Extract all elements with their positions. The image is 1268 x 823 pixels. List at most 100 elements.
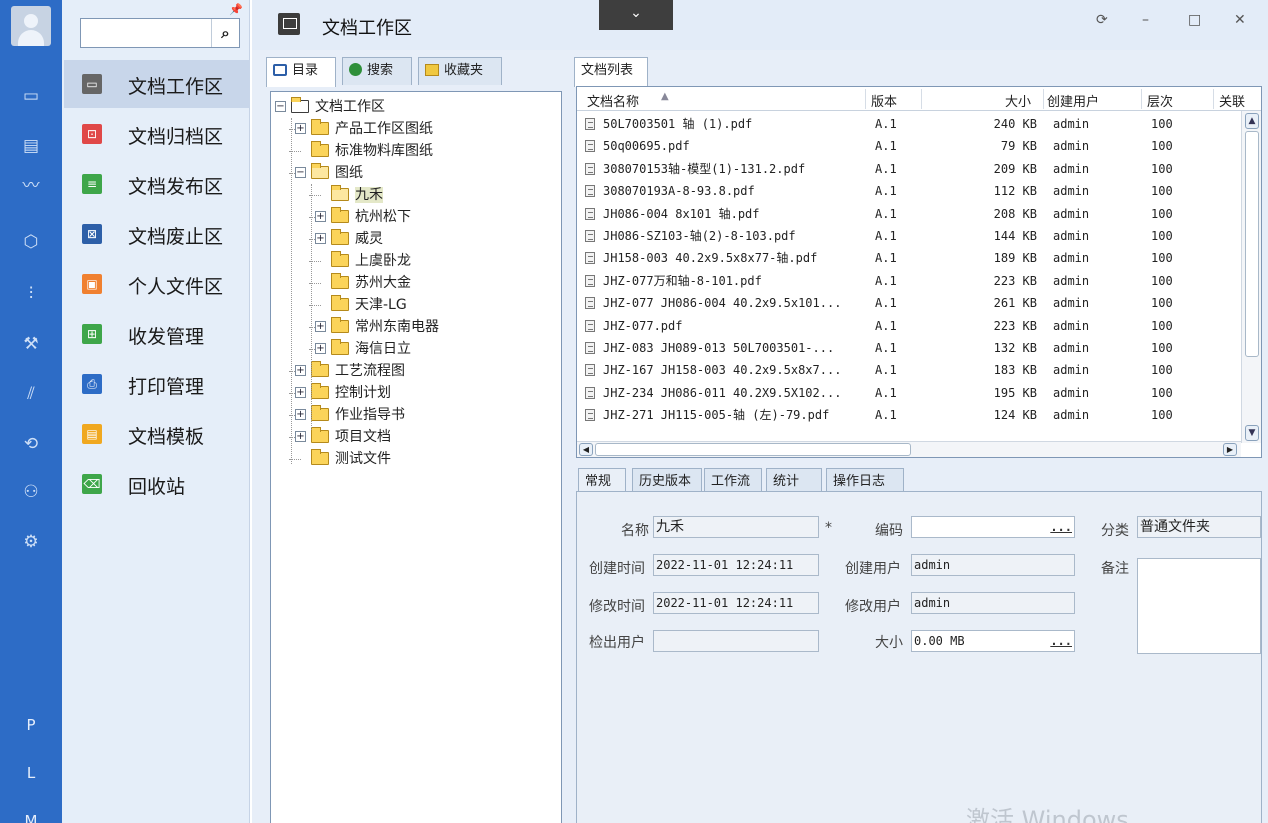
code-field[interactable]: ... bbox=[911, 516, 1075, 538]
tree-node[interactable]: 标准物料库图纸 bbox=[311, 140, 433, 162]
col-creator[interactable]: 创建用户 bbox=[1047, 91, 1099, 110]
users-icon[interactable]: ⚇ bbox=[0, 482, 62, 502]
rail-letter-p[interactable]: P bbox=[0, 716, 62, 734]
size-field[interactable]: 0.00 MB... bbox=[911, 630, 1075, 652]
col-size[interactable]: 大小 bbox=[1005, 91, 1031, 110]
expand-icon[interactable]: + bbox=[315, 343, 326, 354]
col-version[interactable]: 版本 bbox=[871, 91, 897, 110]
scroll-up-icon[interactable]: ▲ bbox=[1245, 113, 1259, 129]
tree-node[interactable]: 控制计划 bbox=[311, 382, 391, 404]
tree-node[interactable]: 杭州松下 bbox=[331, 206, 411, 228]
tab-search[interactable]: 搜索 bbox=[342, 57, 412, 85]
tree-node[interactable]: 上虞卧龙 bbox=[331, 250, 411, 272]
close-button[interactable]: ✕ bbox=[1234, 12, 1246, 28]
refresh-icon[interactable]: ⟳ bbox=[1096, 12, 1108, 28]
minimize-button[interactable]: – bbox=[1142, 12, 1149, 28]
scroll-left-icon[interactable]: ◀ bbox=[579, 443, 593, 456]
tree-node[interactable]: 工艺流程图 bbox=[311, 360, 405, 382]
nav-item-2[interactable]: ⊡ 文档归档区 bbox=[64, 110, 250, 158]
folder-tree[interactable]: − 文档工作区 + 产品工作区图纸 标准物料库图纸 − 图纸 九禾 + 杭州松下 + 威灵 上虞卧龙 苏州… bbox=[270, 91, 562, 823]
wrench-icon[interactable]: ⚒ bbox=[0, 334, 62, 354]
nav-item-4[interactable]: ⊠ 文档废止区 bbox=[64, 210, 250, 258]
table-row[interactable]: 308070153轴-模型(1)-131.2.pdf A.1 209 KB admin… bbox=[577, 158, 1232, 180]
table-row[interactable]: JHZ-271 JH115-005-轴 (左)-79.pdf A.1 124 KB a… bbox=[577, 404, 1232, 426]
pin-icon[interactable]: 📌 bbox=[229, 3, 243, 16]
expand-icon[interactable]: + bbox=[315, 233, 326, 244]
expand-icon[interactable]: + bbox=[295, 365, 306, 376]
category-field[interactable]: 普通文件夹 bbox=[1137, 516, 1261, 538]
table-row[interactable]: 308070193A-8-93.8.pdf A.1 112 KB admin 100 bbox=[577, 180, 1232, 202]
expand-icon[interactable]: + bbox=[295, 409, 306, 420]
nav-item-8[interactable]: ▤ 文档模板 bbox=[64, 410, 250, 458]
cycle-icon[interactable]: ⟲ bbox=[0, 434, 62, 454]
expand-icon[interactable]: + bbox=[295, 123, 306, 134]
table-row[interactable]: JHZ-234 JH086-011 40.2X9.5X102... A.1 195 … bbox=[577, 382, 1232, 404]
nav-item-9[interactable]: ⌫ 回收站 bbox=[64, 460, 250, 508]
tree-node[interactable]: 图纸 bbox=[311, 162, 363, 184]
tree-node[interactable]: 常州东南电器 bbox=[331, 316, 439, 338]
table-row[interactable]: 50q00695.pdf A.1 79 KB admin 100 bbox=[577, 135, 1232, 157]
rail-letter-l[interactable]: L bbox=[0, 764, 62, 782]
table-row[interactable]: JH158-003 40.2x9.5x8x77-轴.pdf A.1 189 KB ad… bbox=[577, 247, 1232, 269]
table-row[interactable]: JHZ-077.pdf A.1 223 KB admin 100 bbox=[577, 315, 1232, 337]
tab-favorites[interactable]: 收藏夹 bbox=[418, 57, 502, 85]
collapse-icon[interactable]: − bbox=[295, 167, 306, 178]
monitor-icon[interactable]: ▭ bbox=[0, 86, 62, 106]
checkout-user-field[interactable] bbox=[653, 630, 819, 652]
sliders-icon[interactable]: ⫶ bbox=[0, 284, 62, 304]
avatar[interactable] bbox=[11, 6, 51, 46]
dropdown-button[interactable]: ⌄ bbox=[599, 0, 673, 30]
expand-icon[interactable]: + bbox=[295, 431, 306, 442]
tab-catalog[interactable]: 目录 bbox=[266, 57, 336, 87]
cube-icon[interactable]: ⬡ bbox=[0, 232, 62, 252]
bar-chart-icon[interactable]: ⫽ bbox=[0, 384, 62, 404]
settings-icon[interactable]: ⚙ bbox=[0, 532, 62, 552]
tree-node[interactable]: 产品工作区图纸 bbox=[311, 118, 433, 140]
tree-node[interactable]: 测试文件 bbox=[311, 448, 391, 470]
search-box[interactable]: ⌕ bbox=[80, 18, 240, 48]
col-name[interactable]: 文档名称 bbox=[587, 91, 639, 110]
name-field[interactable]: 九禾 bbox=[653, 516, 819, 538]
table-row[interactable]: 50L7003501 轴 (1).pdf A.1 240 KB admin 100 bbox=[577, 113, 1232, 135]
table-row[interactable]: JH086-004 8x101 轴.pdf A.1 208 KB admin 100 bbox=[577, 203, 1232, 225]
list-vertical-scrollbar[interactable]: ▲ ▼ bbox=[1241, 111, 1261, 443]
tree-node[interactable]: 天津-LG bbox=[331, 294, 407, 316]
table-row[interactable]: JHZ-167 JH158-003 40.2x9.5x8x7... A.1 183 … bbox=[577, 359, 1232, 381]
list-horizontal-scrollbar[interactable]: ◀ ▶ bbox=[577, 441, 1241, 457]
h-scroll-thumb[interactable] bbox=[595, 443, 911, 456]
created-time-field[interactable]: 2022-11-01 12:24:11 bbox=[653, 554, 819, 576]
expand-icon[interactable]: + bbox=[295, 387, 306, 398]
expand-icon[interactable]: + bbox=[315, 211, 326, 222]
search-icon[interactable]: ⌕ bbox=[211, 19, 239, 47]
nav-item-1[interactable]: ▭ 文档工作区 bbox=[64, 60, 250, 108]
expand-icon[interactable]: + bbox=[315, 321, 326, 332]
nav-item-7[interactable]: ⎙ 打印管理 bbox=[64, 360, 250, 408]
scroll-down-icon[interactable]: ▼ bbox=[1245, 425, 1259, 441]
nav-item-3[interactable]: ≡ 文档发布区 bbox=[64, 160, 250, 208]
nav-item-6[interactable]: ⊞ 收发管理 bbox=[64, 310, 250, 358]
tree-node[interactable]: 作业指导书 bbox=[311, 404, 405, 426]
table-row[interactable]: JHZ-077万和轴-8-101.pdf A.1 223 KB admin 100 bbox=[577, 270, 1232, 292]
file-list-icon[interactable]: ▤ bbox=[0, 136, 62, 156]
tree-node[interactable]: 海信日立 bbox=[331, 338, 411, 360]
tree-node[interactable]: 项目文档 bbox=[311, 426, 391, 448]
size-browse-button[interactable]: ... bbox=[1050, 631, 1072, 651]
scroll-thumb[interactable] bbox=[1245, 131, 1259, 357]
table-row[interactable]: JHZ-077 JH086-004 40.2x9.5x101... A.1 261 … bbox=[577, 292, 1232, 314]
table-row[interactable]: JHZ-083 JH089-013 50L7003501-... A.1 132 K… bbox=[577, 337, 1232, 359]
table-row[interactable]: JH086-SZ103-轴(2)-8-103.pdf A.1 144 KB admin… bbox=[577, 225, 1232, 247]
remark-field[interactable] bbox=[1137, 558, 1261, 654]
col-rel[interactable]: 关联 bbox=[1219, 91, 1245, 110]
tree-node[interactable]: 文档工作区 bbox=[291, 96, 385, 118]
col-level[interactable]: 层次 bbox=[1147, 91, 1173, 110]
code-browse-button[interactable]: ... bbox=[1050, 517, 1072, 537]
tree-node[interactable]: 苏州大金 bbox=[331, 272, 411, 294]
maximize-button[interactable]: □ bbox=[1188, 12, 1201, 28]
nav-item-5[interactable]: ▣ 个人文件区 bbox=[64, 260, 250, 308]
tree-node[interactable]: 威灵 bbox=[331, 228, 383, 250]
scroll-right-icon[interactable]: ▶ bbox=[1223, 443, 1237, 456]
chart-line-icon[interactable]: 〰 bbox=[0, 176, 62, 196]
rail-letter-m[interactable]: M bbox=[0, 812, 62, 823]
modifier-field[interactable]: admin bbox=[911, 592, 1075, 614]
tree-node[interactable]: 九禾 bbox=[331, 184, 383, 206]
